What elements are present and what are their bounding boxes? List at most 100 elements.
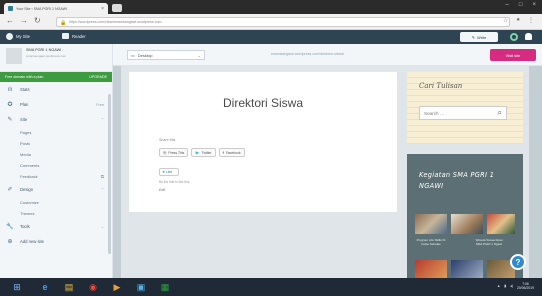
like-button[interactable]: ★ Like [159,168,179,176]
sidebar-item-label: Site [20,117,28,122]
wordpress-favicon-icon [8,6,13,11]
share-label: Share this: [159,138,177,142]
add-new-site-label: Add new site [20,239,44,244]
site-page: Direktori Siswa Share this: Ⓦ Press This… [121,66,529,278]
sidebar-subitem-comments[interactable]: Comments [0,160,112,171]
sidebar-item-label: Plan [20,102,29,107]
facebook-share-button[interactable]: f Facebook [218,148,245,157]
sidebar-subitem-themes[interactable]: Themes [0,208,112,219]
media-player-icon[interactable]: ▶ [110,280,124,294]
visit-site-button[interactable]: Visit site [490,49,536,61]
my-site-button[interactable]: My Site [6,33,30,40]
plan-badge: Free [96,102,104,107]
twitter-icon: 🐦 [195,150,200,155]
chrome-icon[interactable]: ◉ [86,280,100,294]
back-icon[interactable]: ← [6,16,14,25]
gallery-photo[interactable] [451,214,483,234]
close-tab-icon[interactable]: × [101,6,104,12]
gallery-photo[interactable] [487,214,515,234]
sidebar-subitem-customize[interactable]: Customize [0,197,112,208]
sidebar-subitem-label: Customize [20,200,39,205]
menu-dots-icon[interactable]: ⋮ [528,17,534,24]
browser-toolbar: ← → ↻ 🔒 https://wordpress.com/view/smani… [0,14,542,30]
notifications-bell-icon[interactable] [525,33,532,40]
internet-explorer-icon[interactable]: e [38,280,52,294]
sidebar-subitem-label: Pages [20,130,32,135]
sidebar-subitem-feedback[interactable]: Feedback ⧉ [0,171,112,182]
volume-icon[interactable]: ◂) [510,284,513,288]
maximize-icon[interactable]: □ [519,2,523,8]
sidebar-item-plan[interactable]: ✪ Plan Free [0,97,112,112]
write-icon: ✎ [471,34,476,40]
network-icon[interactable]: ▮ [504,284,506,288]
write-label: Write [477,34,487,40]
free-domain-banner[interactable]: Free domain with a plan UPGRADE [0,72,112,82]
forward-icon[interactable]: → [20,16,28,25]
browser-tab[interactable]: Your Site ‹ SMA PGRI 1 NGAWI × [4,3,108,14]
twitter-share-button[interactable]: 🐦 Twitter [191,148,216,157]
sidebar-item-tools[interactable]: 🔧 Tools ⌄ [0,219,112,234]
close-window-icon[interactable]: × [532,2,536,8]
share-button-label: Facebook [225,150,241,155]
press-this-button[interactable]: Ⓦ Press This [159,148,189,157]
like-label: Like [166,170,173,174]
sidebar-item-design[interactable]: ✐ Design ⌃ [0,182,112,197]
tray-arrow-icon[interactable]: ▲ [497,284,500,288]
extension-icon[interactable]: ● [516,17,520,24]
sidebar-subitem-label: Themes [20,211,35,216]
photo-caption: Program Life Skills Di Kelas Sebelas [416,238,446,246]
search-icon[interactable]: ⌕ [498,108,502,118]
minimize-icon[interactable]: – [506,2,509,8]
windows-start-icon[interactable]: ⊞ [10,280,24,294]
new-tab-button[interactable] [112,4,122,12]
site-url: smanisangawi.wordpress.com [26,54,67,58]
chevron-down-icon: ⌄ [197,52,201,58]
file-explorer-icon[interactable]: ▤ [62,280,76,294]
preview-url: smanisangawi.wordpress.com/direktori-sis… [271,52,345,56]
add-icon: ⊕ [7,239,13,245]
sidebar-item-stats[interactable]: ılı Stats [0,82,112,97]
reload-icon[interactable]: ↻ [34,16,41,25]
sidebar-subitem-media[interactable]: Media [0,149,112,160]
plan-icon: ✪ [7,102,13,108]
device-label: Desktop [137,52,153,58]
clock-date: 20/06/2019 [517,286,534,290]
sidebar-item-site[interactable]: ✎ Site ⌃ [0,112,112,127]
reader-button[interactable]: Reader [62,33,86,39]
stats-icon: ılı [7,86,13,93]
write-button[interactable]: ✎ Write [460,32,498,42]
edit-link[interactable]: Edit [159,188,165,192]
site-card[interactable]: SMA PGRI 1 NGAWI smanisangawi.wordpress.… [0,44,112,72]
excel-icon[interactable]: ▦ [158,280,172,294]
sidebar-subitem-pages[interactable]: Pages [0,127,112,138]
sidebar-scrollbar[interactable] [108,94,111,254]
search-input[interactable]: Search … ⌕ [419,106,507,120]
sidebar-item-label: Tools [20,224,30,229]
upgrade-link[interactable]: UPGRADE [89,75,107,79]
profile-avatar[interactable] [510,33,518,41]
gallery-photo[interactable] [415,214,447,234]
reader-label: Reader [72,33,86,39]
chevron-down-icon[interactable]: ⌄ [101,224,104,229]
sidebar-subitem-label: Comments [20,163,40,168]
chevron-up-icon[interactable]: ⌃ [101,117,104,122]
address-bar[interactable]: 🔒 https://wordpress.com/view/smanisangaw… [56,17,510,27]
sidebar-subitem-label: Posts [20,141,31,146]
sidebar-subitem-label: Media [20,152,31,157]
sidebar-subitem-posts[interactable]: Posts [0,138,112,149]
lock-icon: 🔒 [60,20,67,26]
post-card: Direktori Siswa Share this: Ⓦ Press This… [129,72,397,212]
star-icon: ★ [162,170,166,174]
gallery-photo[interactable] [415,260,447,278]
gallery-photo[interactable] [451,260,483,278]
photos-icon[interactable]: ▣ [134,280,148,294]
help-button[interactable]: ? [510,254,526,270]
clock[interactable]: 7:06 20/06/2019 [517,282,534,290]
chevron-up-icon[interactable]: ⌃ [101,187,104,192]
bookmark-star-icon[interactable]: ☆ [503,17,508,24]
sidebar-subitem-label: Feedback [20,174,38,179]
device-select[interactable]: ▭ Desktop ⌄ [127,50,205,60]
add-new-site-button[interactable]: ⊕ Add new site [0,234,112,249]
wordpress-icon: Ⓦ [163,151,167,155]
my-site-label: My Site [16,34,30,39]
